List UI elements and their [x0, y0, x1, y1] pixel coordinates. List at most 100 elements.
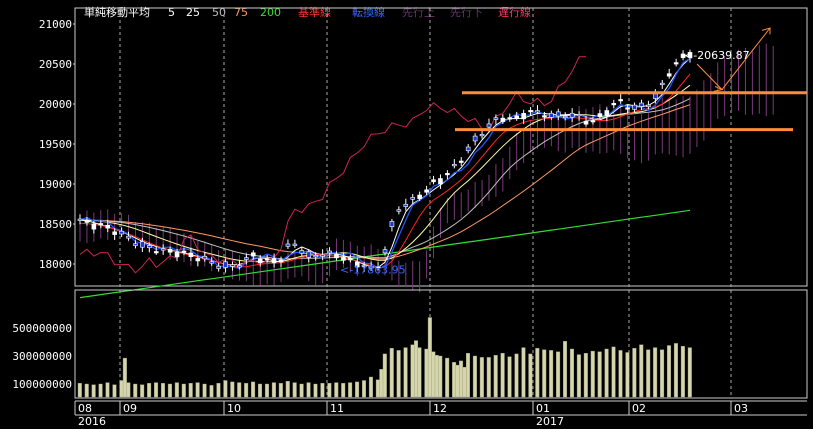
candle-body	[604, 110, 610, 117]
volume-bar	[486, 357, 491, 398]
volume-bar	[576, 354, 581, 398]
candle-body	[216, 265, 221, 269]
volume-bar	[434, 355, 439, 398]
candle-body	[250, 252, 256, 257]
volume-bar	[355, 381, 360, 398]
month-label: 09	[123, 402, 137, 415]
candle-body	[639, 102, 644, 107]
volume-bar	[535, 348, 540, 398]
volume-bar	[472, 355, 477, 398]
candle-body	[112, 231, 117, 235]
candle-body	[105, 224, 111, 229]
volume-bar	[452, 362, 457, 398]
volume-bar	[209, 385, 214, 398]
volume-bar	[597, 351, 602, 398]
volume-bar	[687, 347, 692, 398]
candle-body	[431, 179, 436, 183]
candle-body	[542, 115, 547, 118]
volume-bar	[396, 350, 401, 398]
volume-bar	[216, 383, 221, 398]
price-tick-label: 18000	[39, 258, 72, 271]
candle-body	[417, 194, 422, 199]
candle-body	[452, 164, 457, 167]
high-annotation: <-20639.87	[684, 49, 750, 62]
volume-bar	[362, 380, 367, 398]
candle-body	[521, 113, 526, 120]
candle-body	[306, 251, 312, 258]
candle-body	[119, 230, 124, 235]
volume-bar	[313, 383, 318, 398]
volume-bar	[223, 380, 228, 398]
volume-bar	[368, 376, 373, 398]
volume-bar	[292, 382, 297, 398]
candle-body	[659, 82, 665, 85]
candle-body	[465, 146, 471, 152]
volume-bar	[382, 353, 387, 398]
candle-body	[653, 93, 658, 99]
candle-body	[202, 255, 208, 260]
volume-bar	[244, 383, 249, 398]
price-tick-label: 19000	[39, 178, 72, 191]
candle-body	[396, 209, 402, 212]
candle-body	[181, 250, 187, 253]
volume-bar	[459, 360, 464, 398]
candle-body	[285, 243, 291, 247]
candle-body	[320, 254, 325, 257]
candle-body	[389, 221, 395, 228]
volume-tick-label: 500000000	[12, 322, 72, 335]
candle-body	[569, 112, 575, 118]
volume-bar	[122, 357, 127, 398]
candle-body	[133, 243, 138, 246]
volume-bar	[133, 383, 138, 398]
legend-item: 単純移動平均	[84, 5, 150, 19]
volume-bar	[251, 381, 256, 398]
candle-body	[98, 223, 104, 226]
candle-body	[583, 120, 589, 125]
volume-bar	[202, 383, 207, 398]
candle-body	[264, 258, 270, 261]
candle-body	[341, 256, 346, 261]
legend-item: 転換線	[352, 5, 385, 19]
price-tick-label: 21000	[39, 18, 72, 31]
volume-bar	[410, 344, 415, 398]
candle-body	[493, 117, 499, 120]
volume-bar	[188, 383, 193, 398]
candle-body	[126, 235, 131, 239]
volume-bar	[462, 367, 467, 398]
month-label: 10	[227, 402, 241, 415]
volume-bar	[445, 357, 450, 398]
candle-body	[209, 261, 215, 264]
volume-bar	[618, 350, 623, 398]
candle-body	[257, 258, 263, 264]
volume-bar	[455, 364, 460, 398]
volume-bar	[375, 379, 380, 398]
volume-bar	[379, 369, 384, 398]
volume-bar	[479, 357, 484, 398]
candle-body	[562, 115, 568, 119]
volume-bar	[167, 383, 172, 398]
volume-bar	[632, 348, 637, 398]
volume-bar	[119, 380, 124, 398]
candle-body	[673, 62, 679, 65]
volume-bar	[528, 353, 533, 398]
candle-body	[618, 99, 623, 102]
volume-bar	[500, 353, 505, 398]
volume-bar	[549, 350, 554, 398]
volume-bar	[431, 351, 436, 398]
candle-body	[230, 264, 235, 267]
candle-body	[174, 251, 180, 258]
candle-body	[410, 197, 416, 200]
volume-bar	[521, 347, 526, 398]
volume-bar	[542, 349, 547, 398]
candle-body	[438, 178, 443, 185]
volume-bar	[514, 353, 519, 398]
volume-bar	[181, 383, 186, 398]
year-label: 2017	[536, 415, 564, 428]
volume-bar	[91, 384, 96, 398]
volume-bar	[105, 382, 110, 398]
candle-body	[666, 73, 672, 77]
volume-bar	[639, 344, 644, 398]
candle-body	[514, 115, 520, 119]
candle-body	[472, 135, 478, 142]
candle-body	[313, 255, 318, 258]
